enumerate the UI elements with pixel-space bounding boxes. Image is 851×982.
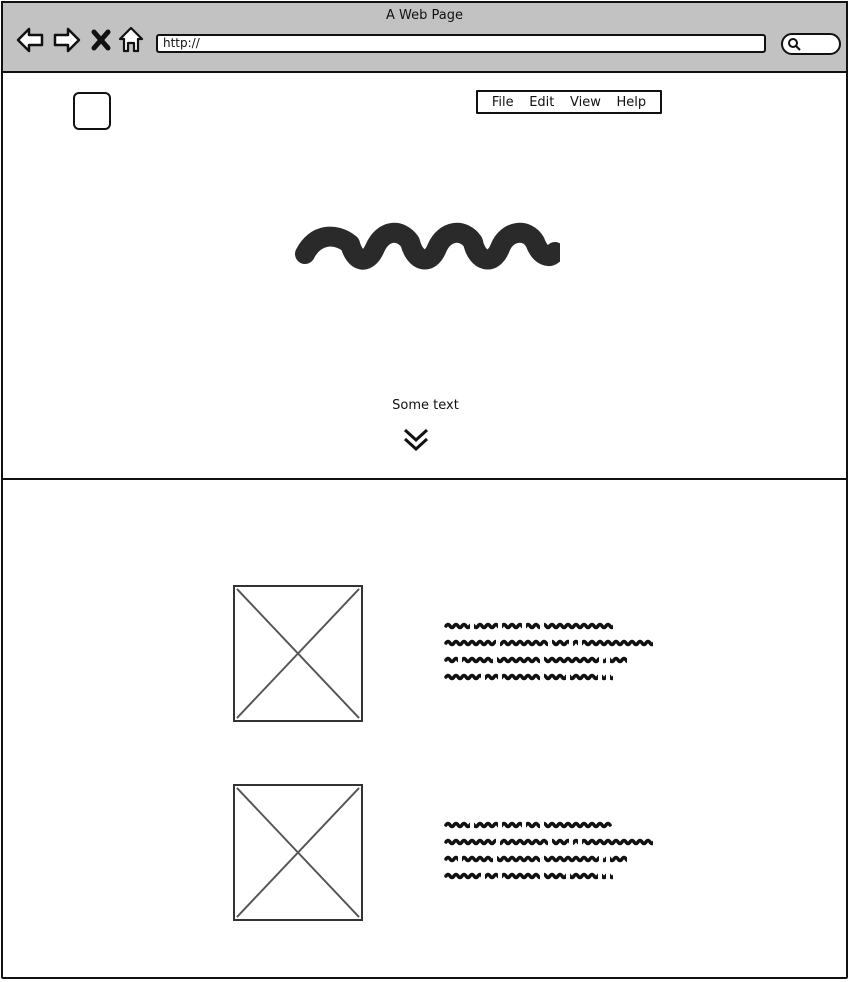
search-icon [788,38,801,51]
hero-caption: Some text [392,398,459,413]
menu-item-help[interactable]: Help [617,95,647,110]
back-arrow-icon[interactable] [15,25,45,55]
menu-bar: File Edit View Help [476,90,662,114]
menu-item-edit[interactable]: Edit [529,95,554,110]
forward-arrow-icon[interactable] [52,25,82,55]
browser-toolbar: A Web Page http:// [1,1,848,73]
text-paragraph-scribble [444,821,653,880]
logo[interactable] [73,92,111,130]
home-icon[interactable] [116,25,146,55]
address-bar[interactable]: http:// [156,34,766,53]
text-paragraph-scribble [444,622,653,681]
window-title: A Web Page [386,8,463,23]
double-chevron-down-icon[interactable] [401,426,431,454]
hero-section: File Edit View Help Some text [3,74,848,480]
menu-item-file[interactable]: File [492,95,514,110]
image-placeholder [233,784,363,921]
image-placeholder [233,585,363,722]
hero-headline-scribble [295,223,560,270]
menu-item-view[interactable]: View [570,95,601,110]
close-icon[interactable] [89,25,113,55]
search-field[interactable] [781,33,841,55]
